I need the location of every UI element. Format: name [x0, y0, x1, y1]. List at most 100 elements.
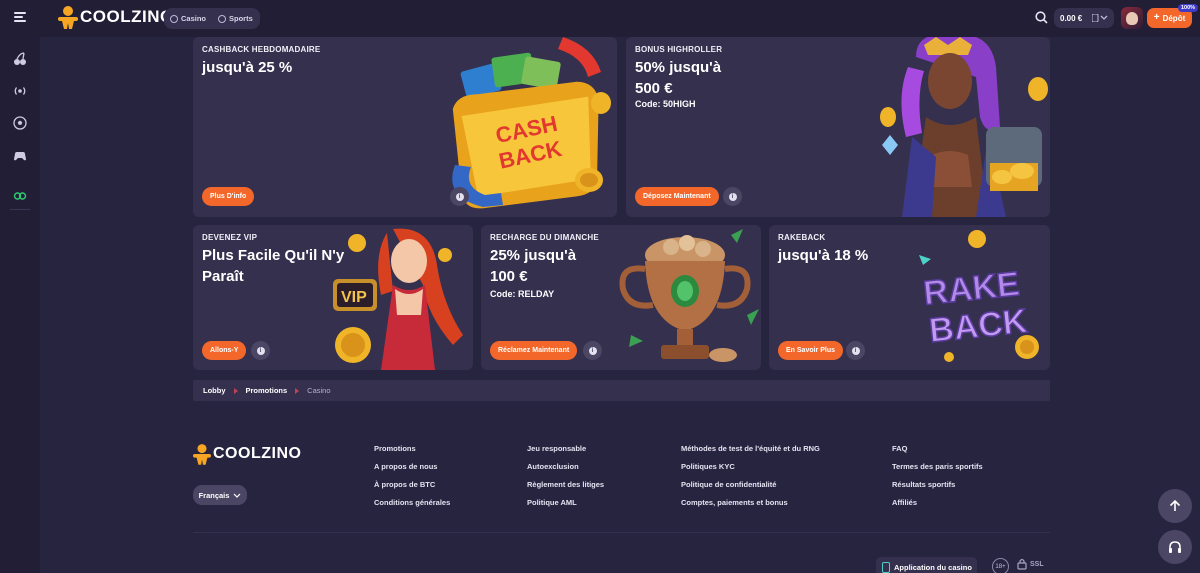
casino-app-label: Application du casino — [894, 562, 972, 572]
menu-icon[interactable] — [14, 12, 26, 22]
footer-logo[interactable]: COOLZINO — [193, 443, 301, 465]
promo-card-sunday-reload[interactable]: RECHARGE DU DIMANCHE 25% jusqu'à 100 € C… — [481, 225, 761, 370]
chevron-down-icon — [233, 493, 241, 498]
promo-info-button[interactable]: i — [450, 187, 469, 206]
sports-mode-button[interactable]: Sports — [218, 14, 253, 23]
footer-link[interactable]: Termes des paris sportifs — [892, 462, 983, 480]
breadcrumb-lobby[interactable]: Lobby — [203, 386, 226, 395]
promo-title: 25% jusqu'à 100 € — [490, 247, 577, 285]
footer-link[interactable]: Promotions — [374, 444, 450, 462]
balance-dropdown[interactable]: 0.00 € — [1054, 8, 1114, 28]
casino-icon — [170, 14, 178, 23]
football-icon[interactable] — [13, 116, 27, 130]
footer-link[interactable]: Méthodes de test de l'équité et du RNG — [681, 444, 820, 462]
support-chat-button[interactable] — [1158, 530, 1192, 564]
footer-link[interactable]: Politiques KYC — [681, 462, 820, 480]
footer-column-1: Promotions A propos de nous À propos de … — [374, 444, 450, 516]
promo-card-cashback[interactable]: CASHBACK HEBDOMADAIRE jusqu'à 25 % CASH … — [193, 37, 617, 217]
cashback-wallet-illustration: CASH BACK — [452, 37, 611, 209]
sports-ball-icon — [218, 14, 227, 23]
mode-switch: Casino Sports — [164, 8, 260, 29]
sports-mode-label: Sports — [229, 14, 253, 23]
promo-card-vip[interactable]: DEVENEZ VIP Plus Facile Qu'il N'y Paraît… — [193, 225, 473, 370]
casino-app-button[interactable]: Application du casino — [876, 557, 977, 573]
rakeback-text-illustration: RAKE BACK — [919, 230, 1039, 362]
highroller-character-illustration — [880, 37, 1048, 217]
cherries-icon[interactable] — [13, 52, 27, 66]
footer-link[interactable]: Affiliés — [892, 498, 983, 516]
search-icon[interactable] — [1035, 11, 1048, 24]
footer-link[interactable]: Règlement des litiges — [527, 480, 604, 498]
loyalty-icon[interactable] — [13, 189, 27, 203]
promo-info-button[interactable]: i — [723, 187, 742, 206]
lock-icon — [1017, 558, 1027, 570]
promo-code: Code: 50HIGH — [635, 99, 696, 109]
deposit-bonus-badge: 100% — [1178, 4, 1199, 12]
language-value: Français — [198, 490, 230, 500]
top-bar: COOLZINO Casino Sports 0.00 € + Dépôt 10… — [0, 0, 1200, 37]
casino-mode-button[interactable]: Casino — [170, 14, 206, 23]
footer-link[interactable]: Comptes, paiements et bonus — [681, 498, 820, 516]
sidebar — [0, 37, 40, 573]
headset-icon — [1169, 540, 1181, 553]
breadcrumb-promotions[interactable]: Promotions — [246, 386, 288, 395]
logo[interactable]: COOLZINO — [58, 4, 174, 30]
footer-link[interactable]: Conditions générales — [374, 498, 450, 516]
footer-link[interactable]: Résultats sportifs — [892, 480, 983, 498]
footer-link[interactable]: Autoexclusion — [527, 462, 604, 480]
footer-link[interactable]: A propos de nous — [374, 462, 450, 480]
footer-link[interactable]: Jeu responsable — [527, 444, 604, 462]
phone-icon — [882, 561, 890, 573]
promo-deposit-now-button[interactable]: Déposez Maintenant — [635, 187, 719, 206]
footer-link[interactable]: Politique AML — [527, 498, 604, 516]
casino-mode-label: Casino — [181, 14, 207, 23]
promo-title: jusqu'à 25 % — [202, 59, 293, 76]
promo-code: Code: RELDAY — [490, 289, 555, 299]
promo-info-button[interactable]: i — [251, 341, 270, 360]
deposit-label: Dépôt — [1162, 13, 1186, 23]
info-icon: i — [728, 192, 737, 201]
live-broadcast-icon[interactable] — [13, 84, 27, 98]
breadcrumb-casino: Casino — [307, 386, 331, 395]
footer-link[interactable]: Politique de confidentialité — [681, 480, 820, 498]
info-icon: i — [588, 346, 597, 355]
footer-link[interactable]: FAQ — [892, 444, 983, 462]
gamepad-icon[interactable] — [13, 149, 27, 163]
avatar[interactable] — [1121, 7, 1143, 29]
language-select[interactable]: Français — [193, 485, 247, 505]
promo-label: DEVENEZ VIP — [202, 233, 258, 242]
currency-chevron-down-icon — [1092, 14, 1108, 22]
ssl-label: SSL — [1030, 560, 1044, 568]
sidebar-divider — [10, 209, 30, 210]
footer-link[interactable]: À propos de BTC — [374, 480, 450, 498]
footer-column-2: Jeu responsable Autoexclusion Règlement … — [527, 444, 604, 516]
info-icon: i — [455, 192, 464, 201]
info-icon: i — [256, 346, 265, 355]
gingerbread-logo-icon — [58, 6, 78, 29]
balance-value: 0.00 € — [1060, 13, 1083, 23]
promo-card-highroller[interactable]: BONUS HIGHROLLER 50% jusqu'à 500 € Code:… — [626, 37, 1050, 217]
vip-text: VIP — [341, 289, 367, 306]
breadcrumb-separator-icon — [295, 387, 300, 394]
age-restriction-badge: 18+ — [992, 558, 1009, 573]
footer-divider — [193, 532, 1050, 533]
promo-more-info-button[interactable]: Plus D'info — [202, 187, 255, 206]
promo-card-rakeback[interactable]: RAKEBACK jusqu'à 18 % RAKE BACK En Savoi… — [769, 225, 1050, 370]
scroll-to-top-button[interactable] — [1158, 489, 1192, 523]
promo-info-button[interactable]: i — [846, 341, 865, 360]
logo-text: COOLZINO — [80, 7, 174, 26]
promo-label: RECHARGE DU DIMANCHE — [490, 233, 599, 242]
footer-column-4: FAQ Termes des paris sportifs Résultats … — [892, 444, 983, 516]
promo-claim-now-button[interactable]: Réclamez Maintenant — [490, 341, 578, 360]
ssl-badge: SSL — [1017, 558, 1044, 570]
gingerbread-logo-icon — [193, 444, 211, 465]
promo-label: BONUS HIGHROLLER — [635, 45, 723, 54]
promo-learn-more-button[interactable]: En Savoir Plus — [778, 341, 844, 360]
promo-label: RAKEBACK — [778, 233, 826, 242]
footer-logo-text: COOLZINO — [213, 445, 302, 462]
breadcrumb: Lobby Promotions Casino — [193, 380, 1050, 401]
promo-info-button[interactable]: i — [583, 341, 602, 360]
promo-lets-go-button[interactable]: Allons-Y — [202, 341, 247, 360]
footer-column-3: Méthodes de test de l'équité et du RNG P… — [681, 444, 820, 516]
promo-label: CASHBACK HEBDOMADAIRE — [202, 45, 321, 54]
